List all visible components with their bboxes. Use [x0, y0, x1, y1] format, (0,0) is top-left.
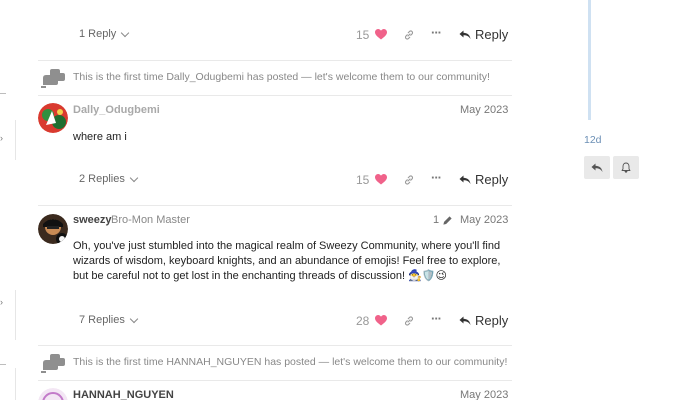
timeline-scroller-track[interactable]	[588, 0, 591, 120]
timeline-reply-button[interactable]	[584, 156, 610, 179]
post-date[interactable]: May 2023	[460, 214, 508, 226]
sidebar-divider	[15, 120, 16, 160]
avatar[interactable]	[38, 214, 68, 244]
heart-icon[interactable]	[375, 29, 387, 40]
link-icon[interactable]	[403, 315, 415, 327]
sidebar-tick	[0, 364, 6, 365]
avatar-image	[38, 214, 68, 244]
username[interactable]: HANNAH_NGUYEN	[73, 389, 174, 400]
small-action-text: This is the first time HANNAH_NGUYEN has…	[73, 356, 508, 368]
small-action-notice: This is the first time Dally_Odugbemi ha…	[38, 61, 512, 93]
link-icon[interactable]	[403, 29, 415, 41]
like-count: 28	[356, 314, 370, 328]
sidebar-caret-icon: ›	[0, 297, 3, 307]
sidebar-divider	[15, 368, 16, 400]
bell-icon	[621, 162, 631, 173]
like-count: 15	[356, 28, 370, 42]
post-body: Oh, you've just stumbled into the magica…	[73, 240, 501, 282]
heart-icon[interactable]	[375, 315, 387, 326]
replies-label: 1 Reply	[79, 28, 117, 40]
avatar[interactable]	[38, 103, 68, 133]
edit-count: 1	[433, 214, 440, 226]
replies-toggle-button[interactable]: 2 Replies	[79, 173, 139, 185]
left-sidebar-edge: › ›	[0, 0, 18, 400]
small-action-notice: This is the first time HANNAH_NGUYEN has…	[38, 346, 512, 378]
timeline-date[interactable]: 12d	[584, 134, 602, 146]
waving-hand-icon	[41, 69, 65, 88]
reply-label: Reply	[475, 27, 509, 42]
ellipsis-icon[interactable]: ···	[431, 171, 442, 184]
heart-icon[interactable]	[375, 174, 387, 185]
edit-history-button[interactable]: 1	[433, 214, 453, 226]
post-body: where am i	[73, 131, 127, 143]
reply-arrow-icon	[459, 30, 471, 39]
username[interactable]: Dally_Odugbemi	[73, 104, 160, 116]
sidebar-tick	[0, 93, 6, 94]
reply-label: Reply	[475, 313, 509, 328]
replies-toggle-button[interactable]: 1 Reply	[79, 28, 130, 40]
small-action-text: This is the first time Dally_Odugbemi ha…	[73, 71, 490, 83]
chevron-down-icon	[129, 314, 139, 323]
post-separator	[38, 380, 512, 381]
pencil-icon	[443, 215, 452, 225]
chevron-down-icon	[121, 28, 130, 37]
ellipsis-icon[interactable]: ···	[431, 26, 442, 39]
reply-label: Reply	[475, 172, 509, 187]
post-separator	[38, 205, 512, 206]
notification-bell-button[interactable]	[613, 156, 639, 179]
reply-arrow-icon	[459, 316, 471, 325]
reply-button[interactable]: Reply	[459, 172, 508, 187]
post-actions: 2 Replies 15 ··· Reply	[38, 167, 512, 195]
post-actions: 1 Reply 15 ··· Reply	[38, 22, 512, 50]
avatar[interactable]	[38, 388, 68, 400]
avatar-image	[38, 388, 68, 400]
like-count: 15	[356, 173, 370, 187]
replies-label: 7 Replies	[79, 314, 125, 326]
sidebar-divider	[15, 290, 16, 340]
post-date[interactable]: May 2023	[460, 389, 508, 400]
reply-button[interactable]: Reply	[459, 313, 508, 328]
replies-label: 2 Replies	[79, 173, 125, 185]
user-title: Bro-Mon Master	[111, 214, 190, 226]
ellipsis-icon[interactable]: ···	[431, 312, 442, 325]
reply-button[interactable]: Reply	[459, 27, 508, 42]
reply-arrow-icon	[591, 163, 603, 172]
reply-arrow-icon	[459, 175, 471, 184]
replies-toggle-button[interactable]: 7 Replies	[79, 314, 139, 326]
link-icon[interactable]	[403, 174, 415, 186]
post-actions: 7 Replies 28 ··· Reply	[38, 308, 512, 336]
post-separator	[38, 95, 512, 96]
username[interactable]: sweezy	[73, 214, 112, 226]
post-date[interactable]: May 2023	[460, 104, 508, 116]
waving-hand-icon	[41, 354, 65, 373]
sidebar-caret-icon: ›	[0, 133, 3, 143]
avatar-image	[38, 103, 68, 133]
chevron-down-icon	[129, 173, 139, 182]
